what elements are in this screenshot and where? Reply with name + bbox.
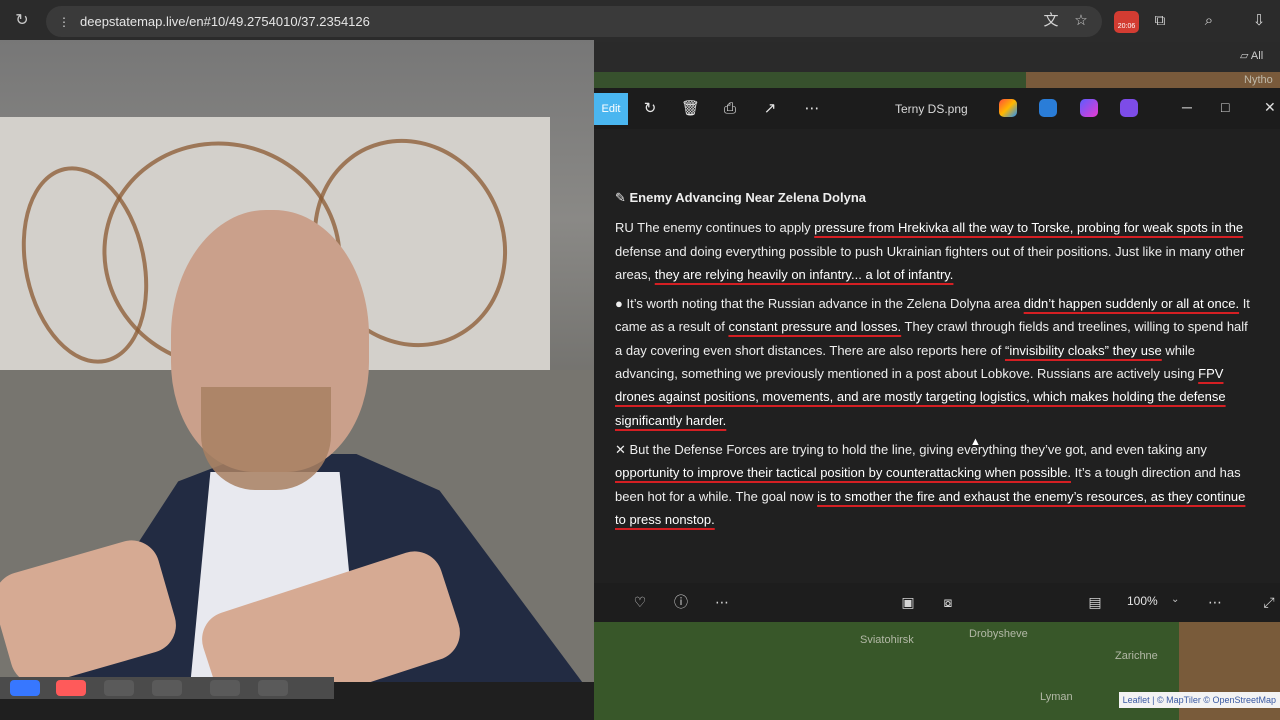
chevron-down-icon[interactable]: ⌄	[1171, 594, 1179, 605]
paragraph-1: RU The enemy continues to apply pressure…	[615, 216, 1255, 286]
photo-viewer: Edit ↻ 🗑 ⎙ ↗ ⋯ Terny DS.png ─ □ ✕ ✎ Enem…	[594, 88, 1280, 622]
video-control-strip	[0, 677, 334, 699]
minimize-icon[interactable]: ─	[1182, 99, 1192, 115]
copilot-icon[interactable]	[999, 99, 1017, 117]
paragraph-1-prefix: RU The enemy continues to apply	[615, 220, 815, 236]
download-icon[interactable]: ⇩	[1250, 12, 1268, 30]
paragraph-3: ✕ But the Defense Forces are trying to h…	[615, 438, 1255, 531]
paragraph-3-lead: ✕ But the Defense Forces are trying to h…	[615, 441, 1207, 457]
url-text: deepstatemap.live/en#10/49.2754010/37.23…	[80, 14, 370, 29]
scan-icon[interactable]: ⧇	[939, 593, 957, 611]
paragraph-2-lead: ● It’s worth noting that the Russian adv…	[615, 296, 1024, 312]
expand-icon[interactable]: ⤢	[1260, 593, 1278, 611]
post-title: ✎ Enemy Advancing Near Zelena Dolyna	[615, 190, 866, 205]
map-area	[1026, 72, 1280, 88]
viewer-toolbar: Edit ↻ 🗑 ⎙ ↗ ⋯ Terny DS.png ─ □ ✕	[594, 88, 1280, 129]
post-title-text: Enemy Advancing Near Zelena Dolyna	[629, 190, 866, 205]
browser-toolbar: ↻ ⋮ deepstatemap.live/en#10/49.2754010/3…	[0, 0, 1280, 42]
edit-button[interactable]: Edit	[594, 93, 628, 125]
all-bookmarks-folder[interactable]: ▱ All	[1240, 49, 1263, 62]
share-icon[interactable]: ↗	[761, 100, 779, 118]
app-icon[interactable]	[1120, 99, 1138, 117]
extensions-icon[interactable]: ⧉	[1151, 12, 1169, 30]
designer-icon[interactable]	[1039, 99, 1057, 117]
folder-label: All	[1250, 50, 1264, 62]
more-button[interactable]	[258, 680, 288, 696]
more-icon[interactable]: ⋯	[1206, 593, 1224, 611]
paragraph-1-highlight-1: pressure from Hrekivka all the way to To…	[814, 220, 1244, 236]
map-attribution[interactable]: Leaflet | © MapTiler © OpenStreetMap	[1118, 692, 1280, 708]
beard	[201, 387, 331, 490]
paragraph-2: ● It’s worth noting that the Russian adv…	[615, 292, 1255, 432]
close-icon[interactable]: ✕	[1264, 99, 1276, 116]
map-strip-bottom: Drobysheve Sviatohirsk Zarichne Lyman Le…	[594, 622, 1280, 720]
rotate-icon[interactable]: ↻	[641, 100, 659, 118]
paragraph-2-highlight-3: “invisibility cloaks” they use	[1004, 342, 1162, 358]
info-icon[interactable]: ⓘ	[672, 593, 690, 611]
map-label: Nytho	[1244, 74, 1273, 86]
webcam-video	[0, 40, 594, 682]
map-label: Drobysheve	[969, 628, 1028, 640]
tool-button[interactable]	[152, 680, 182, 696]
translate-icon[interactable]: 文	[1042, 12, 1060, 30]
paragraph-1-highlight-2: they are relying heavily on infantry... …	[654, 266, 954, 282]
crop-icon[interactable]: ▣	[899, 593, 917, 611]
search-icon[interactable]: ⌕	[1200, 12, 1218, 30]
print-icon[interactable]: ⎙	[721, 100, 739, 118]
pointer-button[interactable]	[210, 680, 240, 696]
paragraph-3-highlight-1: opportunity to improve their tactical po…	[615, 465, 1071, 481]
map-label: Zarichne	[1115, 650, 1158, 662]
post-content: ✎ Enemy Advancing Near Zelena Dolyna RU …	[615, 186, 1255, 537]
map-strip-top: Nytho	[594, 72, 1280, 88]
heart-icon[interactable]: ♡	[631, 593, 649, 611]
extension-badge[interactable]: 20:06	[1114, 11, 1139, 33]
more-icon[interactable]: ⋯	[713, 593, 731, 611]
delete-icon[interactable]: 🗑	[681, 100, 700, 118]
site-info-icon[interactable]: ⋮	[56, 14, 72, 30]
maximize-icon[interactable]: □	[1221, 99, 1229, 115]
camera-button[interactable]	[10, 680, 40, 696]
map-label: Lyman	[1040, 691, 1073, 703]
clipchamp-icon[interactable]	[1080, 99, 1098, 117]
map-label: Sviatohirsk	[860, 634, 914, 646]
mouse-pointer: ▲	[970, 436, 981, 448]
zoom-level[interactable]: 100%	[1127, 594, 1158, 608]
file-name: Terny DS.png	[895, 102, 968, 116]
more-icon[interactable]: ⋯	[803, 100, 821, 118]
refresh-icon[interactable]: ↻	[12, 11, 32, 31]
star-icon[interactable]: ☆	[1072, 12, 1090, 30]
paragraph-2-highlight-2: constant pressure and losses.	[728, 319, 902, 335]
viewer-footer: ♡ ⓘ ⋯ ▣ ⧇ ▤ 100% ⌄ ⋯ ⤢	[594, 583, 1280, 622]
fit-icon[interactable]: ▤	[1086, 593, 1104, 611]
address-bar[interactable]: ⋮ deepstatemap.live/en#10/49.2754010/37.…	[46, 6, 1102, 37]
stop-button[interactable]	[56, 680, 86, 696]
pen-button[interactable]	[104, 680, 134, 696]
paragraph-2-highlight-1: didn’t happen suddenly or all at once.	[1023, 296, 1240, 312]
